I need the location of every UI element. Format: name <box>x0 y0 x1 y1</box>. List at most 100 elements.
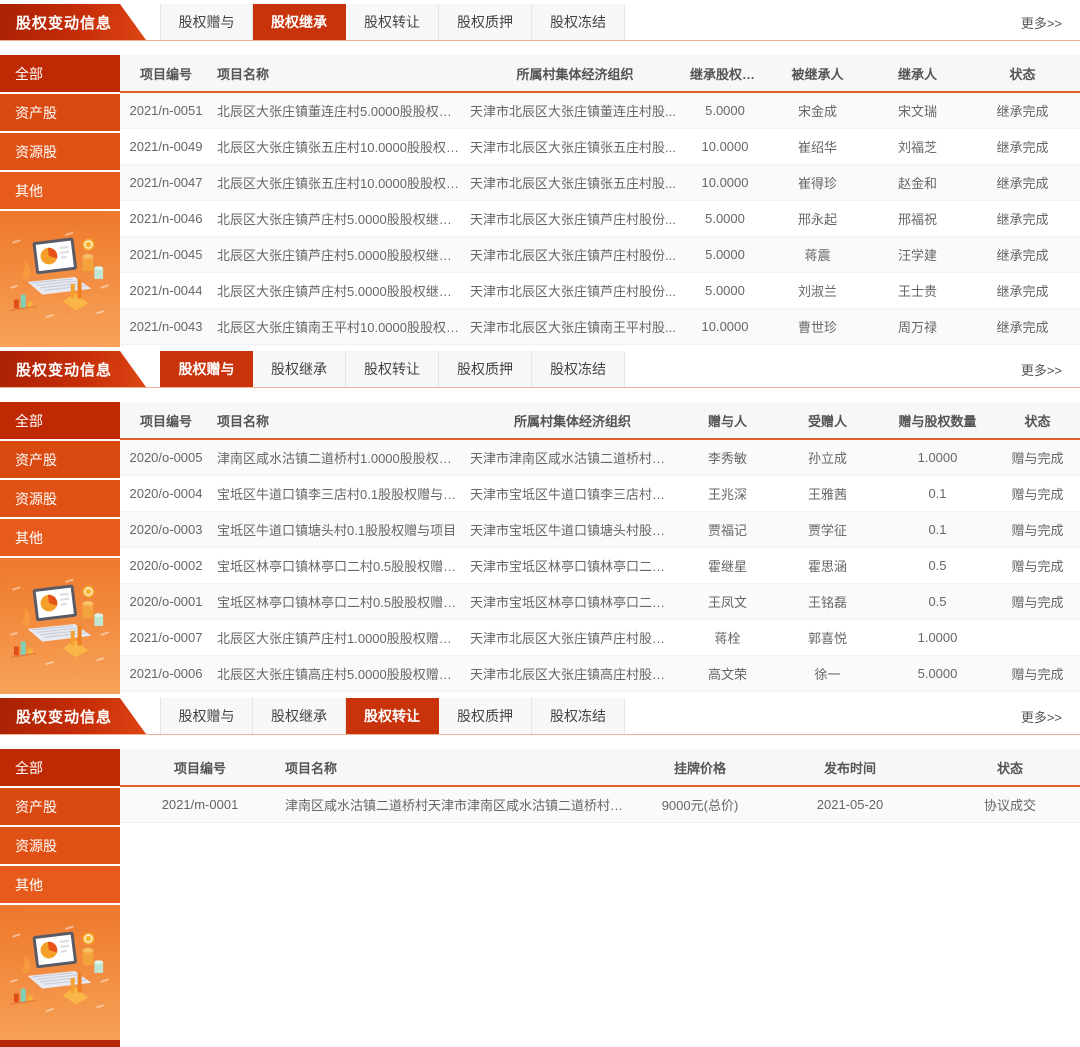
table-row[interactable]: 2020/o-0003宝坻区牛道口镇塘头村0.1股股权赠与项目天津市宝坻区牛道口… <box>120 512 1080 548</box>
table-cell: 5.0000 <box>880 666 995 681</box>
tab-1-active[interactable]: 股权继承 <box>253 4 346 40</box>
table-row[interactable]: 2021/o-0007北辰区大张庄镇芦庄村1.0000股股权赠与...天津市北辰… <box>120 620 1080 656</box>
table-row[interactable]: 2021/n-0046北辰区大张庄镇芦庄村5.0000股股权继承...天津市北辰… <box>120 201 1080 237</box>
table-cell: 汪学建 <box>870 245 965 264</box>
table-row[interactable]: 2021/n-0044北辰区大张庄镇芦庄村5.0000股股权继承...天津市北辰… <box>120 273 1080 309</box>
table-cell: 继承完成 <box>965 281 1080 300</box>
column-header: 状态 <box>965 64 1080 83</box>
table-cell: 蒋栓 <box>680 628 775 647</box>
table-cell: 霍思涵 <box>775 556 880 575</box>
column-header: 项目编号 <box>120 64 212 83</box>
table-row[interactable]: 2021/o-0006北辰区大张庄镇高庄村5.0000股股权赠与...天津市北辰… <box>120 656 1080 692</box>
table-cell: 贾福记 <box>680 520 775 539</box>
section-body: 全部资产股资源股其他 <box>0 402 1080 694</box>
table-cell: 赠与完成 <box>995 592 1080 611</box>
section-title-banner: 股权变动信息 <box>0 698 146 734</box>
tab-0-active[interactable]: 股权赠与 <box>160 351 253 387</box>
table-cell: 天津市北辰区大张庄镇芦庄村股份... <box>465 628 680 647</box>
table-cell: 崔得珍 <box>765 173 870 192</box>
table-cell: 王兆深 <box>680 484 775 503</box>
table-cell: 北辰区大张庄镇芦庄村5.0000股股权继承... <box>212 281 465 300</box>
column-header: 项目名称 <box>212 64 465 83</box>
tab-0[interactable]: 股权赠与 <box>160 698 253 734</box>
table-cell: 0.5 <box>880 594 995 609</box>
data-table: 项目编号项目名称所属村集体经济组织赠与人受赠人赠与股权数量状态 2020/o-0… <box>120 402 1080 694</box>
table-cell: 北辰区大张庄镇南王平村10.0000股股权继... <box>212 317 465 336</box>
sidebar-item-0[interactable]: 全部 <box>0 749 120 788</box>
tab-0[interactable]: 股权赠与 <box>160 4 253 40</box>
table-cell: 天津市宝坻区牛道口镇塘头村股份... <box>465 520 680 539</box>
table-cell: 蒋震 <box>765 245 870 264</box>
sidebar-item-1[interactable]: 资产股 <box>0 788 120 827</box>
sidebar-item-3[interactable]: 其他 <box>0 519 120 558</box>
sidebar-item-1[interactable]: 资产股 <box>0 441 120 480</box>
table-cell: 宝坻区林亭口镇林亭口二村0.5股股权赠与... <box>212 592 465 611</box>
table-cell: 继承完成 <box>965 209 1080 228</box>
table-cell: 2020/o-0003 <box>120 522 212 537</box>
section-title: 股权变动信息 <box>16 706 112 727</box>
table-cell: 邢福祝 <box>870 209 965 228</box>
table-cell: 北辰区大张庄镇董连庄村5.0000股股权继... <box>212 101 465 120</box>
tab-2[interactable]: 股权转让 <box>346 351 439 387</box>
tab-4[interactable]: 股权冻结 <box>532 351 625 387</box>
table-cell: 天津市津南区咸水沽镇二道桥村股... <box>465 448 680 467</box>
sidebar-item-3[interactable]: 其他 <box>0 172 120 211</box>
tab-4[interactable]: 股权冻结 <box>532 4 625 40</box>
more-link[interactable]: 更多>> <box>1021 13 1080 32</box>
table-cell: 天津市北辰区大张庄镇董连庄村股... <box>465 101 685 120</box>
more-link[interactable]: 更多>> <box>1021 360 1080 379</box>
tab-3[interactable]: 股权质押 <box>439 351 532 387</box>
table-cell: 2021/m-0001 <box>120 797 280 812</box>
more-link[interactable]: 更多>> <box>1021 707 1080 726</box>
tab-3[interactable]: 股权质押 <box>439 698 532 734</box>
table-cell: 王雅茜 <box>775 484 880 503</box>
table-cell: 邢永起 <box>765 209 870 228</box>
table-row[interactable]: 2021/n-0043北辰区大张庄镇南王平村10.0000股股权继...天津市北… <box>120 309 1080 345</box>
table-row[interactable]: 2021/n-0047北辰区大张庄镇张五庄村10.0000股股权继...天津市北… <box>120 165 1080 201</box>
sidebar-item-2[interactable]: 资源股 <box>0 133 120 172</box>
column-header: 赠与人 <box>680 411 775 430</box>
table-cell: 赠与完成 <box>995 556 1080 575</box>
sidebar-item-3[interactable]: 其他 <box>0 866 120 905</box>
table-cell: 天津市宝坻区牛道口镇李三店村股... <box>465 484 680 503</box>
tab-4[interactable]: 股权冻结 <box>532 698 625 734</box>
table-cell: 10.0000 <box>685 139 765 154</box>
tab-1[interactable]: 股权继承 <box>253 698 346 734</box>
table-cell: 徐一 <box>775 664 880 683</box>
column-header: 所属村集体经济组织 <box>465 64 685 83</box>
table-cell: 2021/n-0043 <box>120 319 212 334</box>
table-cell: 1.0000 <box>880 630 995 645</box>
table-row[interactable]: 2021/n-0051北辰区大张庄镇董连庄村5.0000股股权继...天津市北辰… <box>120 93 1080 129</box>
sidebar-item-2[interactable]: 资源股 <box>0 827 120 866</box>
table-cell: 继承完成 <box>965 101 1080 120</box>
tab-2-active[interactable]: 股权转让 <box>346 698 439 734</box>
table-row[interactable]: 2020/o-0005津南区咸水沽镇二道桥村1.0000股股权赠...天津市津南… <box>120 440 1080 476</box>
sidebar-item-0[interactable]: 全部 <box>0 402 120 441</box>
table-row[interactable]: 2020/o-0001宝坻区林亭口镇林亭口二村0.5股股权赠与...天津市宝坻区… <box>120 584 1080 620</box>
table-cell: 王铭磊 <box>775 592 880 611</box>
table-cell: 2020/o-0004 <box>120 486 212 501</box>
section-body: 全部资产股资源股其他 <box>0 749 1080 1047</box>
table-row[interactable]: 2020/o-0002宝坻区林亭口镇林亭口二村0.5股股权赠与...天津市宝坻区… <box>120 548 1080 584</box>
table-row[interactable]: 2021/n-0045北辰区大张庄镇芦庄村5.0000股股权继承...天津市北辰… <box>120 237 1080 273</box>
table-cell: 北辰区大张庄镇高庄村5.0000股股权赠与... <box>212 664 465 683</box>
table-row[interactable]: 2020/o-0004宝坻区牛道口镇李三店村0.1股股权赠与项目天津市宝坻区牛道… <box>120 476 1080 512</box>
finance-illustration <box>6 227 114 330</box>
sidebar-item-2[interactable]: 资源股 <box>0 480 120 519</box>
table-cell: 津南区咸水沽镇二道桥村1.0000股股权赠... <box>212 448 465 467</box>
tab-2[interactable]: 股权转让 <box>346 4 439 40</box>
sidebar-item-0[interactable]: 全部 <box>0 55 120 94</box>
table-row[interactable]: 2021/n-0049北辰区大张庄镇张五庄村10.0000股股权继...天津市北… <box>120 129 1080 165</box>
table-body: 2021/n-0051北辰区大张庄镇董连庄村5.0000股股权继...天津市北辰… <box>120 93 1080 347</box>
equity-change-section: 股权变动信息 股权赠与股权继承股权转让股权质押股权冻结 更多>> 全部资产股资源… <box>0 351 1080 694</box>
table-row[interactable]: 2021/m-0001津南区咸水沽镇二道桥村天津市津南区咸水沽镇二道桥村股份经.… <box>120 787 1080 823</box>
tab-3[interactable]: 股权质押 <box>439 4 532 40</box>
tab-bar: 股权赠与股权继承股权转让股权质押股权冻结 <box>160 4 625 40</box>
sidebar-item-list: 全部资产股资源股其他 <box>0 749 120 905</box>
table-cell: 宝坻区牛道口镇塘头村0.1股股权赠与项目 <box>212 520 465 539</box>
equity-change-section: 股权变动信息 股权赠与股权继承股权转让股权质押股权冻结 更多>> 全部资产股资源… <box>0 0 1080 347</box>
column-header: 挂牌价格 <box>640 758 760 777</box>
tab-1[interactable]: 股权继承 <box>253 351 346 387</box>
table-cell: 2021/n-0051 <box>120 103 212 118</box>
sidebar-item-1[interactable]: 资产股 <box>0 94 120 133</box>
